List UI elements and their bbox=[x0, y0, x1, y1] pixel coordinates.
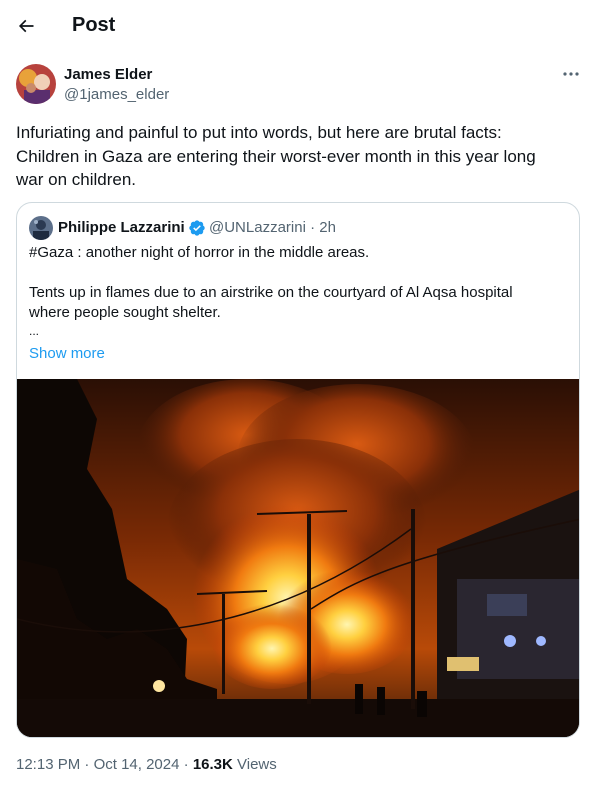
post-text-line: Infuriating and painful to put into word… bbox=[16, 123, 502, 142]
views-count[interactable]: 16.3K bbox=[193, 756, 233, 773]
quote-author-handle[interactable]: @UNLazzarini bbox=[209, 219, 306, 236]
avatar-image bbox=[16, 64, 56, 104]
post-time[interactable]: 12:13 PM bbox=[16, 756, 80, 773]
quote-ellipsis: ... bbox=[29, 324, 40, 338]
quote-author-name[interactable]: Philippe Lazzarini bbox=[58, 219, 185, 236]
quote-timestamp[interactable]: 2h bbox=[319, 219, 336, 236]
quoted-post[interactable]: Philippe Lazzarini @UNLazzarini · 2h #Ga… bbox=[16, 202, 580, 738]
post-date[interactable]: Oct 14, 2024 bbox=[94, 756, 180, 773]
show-more-link[interactable]: Show more bbox=[29, 345, 105, 362]
quote-avatar[interactable] bbox=[29, 216, 53, 240]
arrow-left-icon bbox=[18, 19, 34, 33]
post-text: Infuriating and painful to put into word… bbox=[16, 121, 572, 192]
post-media-image[interactable] bbox=[17, 379, 580, 738]
back-button[interactable] bbox=[8, 8, 44, 44]
post-meta: 12:13 PM · Oct 14, 2024 · 16.3K Views bbox=[16, 756, 277, 773]
views-label: Views bbox=[237, 756, 277, 773]
top-bar: Post bbox=[0, 0, 596, 52]
separator-dot: · bbox=[84, 756, 90, 773]
post-text-line: Children in Gaza are entering their wors… bbox=[16, 146, 536, 166]
quote-text-line: Tents up in flames due to an airstrike o… bbox=[29, 284, 513, 301]
more-horizontal-icon bbox=[563, 72, 579, 76]
quote-text-line: where people sought shelter. bbox=[29, 304, 221, 321]
quote-author-meta: @UNLazzarini · 2h bbox=[209, 219, 336, 236]
quote-avatar-image bbox=[29, 216, 53, 240]
separator-dot: · bbox=[183, 756, 189, 773]
more-options-button[interactable] bbox=[556, 62, 586, 86]
author-handle[interactable]: @1james_elder bbox=[64, 86, 169, 103]
quote-text-line: #Gaza : another night of horror in the m… bbox=[29, 244, 370, 261]
author-name[interactable]: James Elder bbox=[64, 66, 152, 83]
post-text-line: war on children. bbox=[16, 170, 137, 189]
verified-badge-icon bbox=[189, 220, 205, 236]
avatar[interactable] bbox=[16, 64, 56, 104]
separator-dot: · bbox=[310, 219, 316, 236]
page-title: Post bbox=[72, 14, 116, 36]
